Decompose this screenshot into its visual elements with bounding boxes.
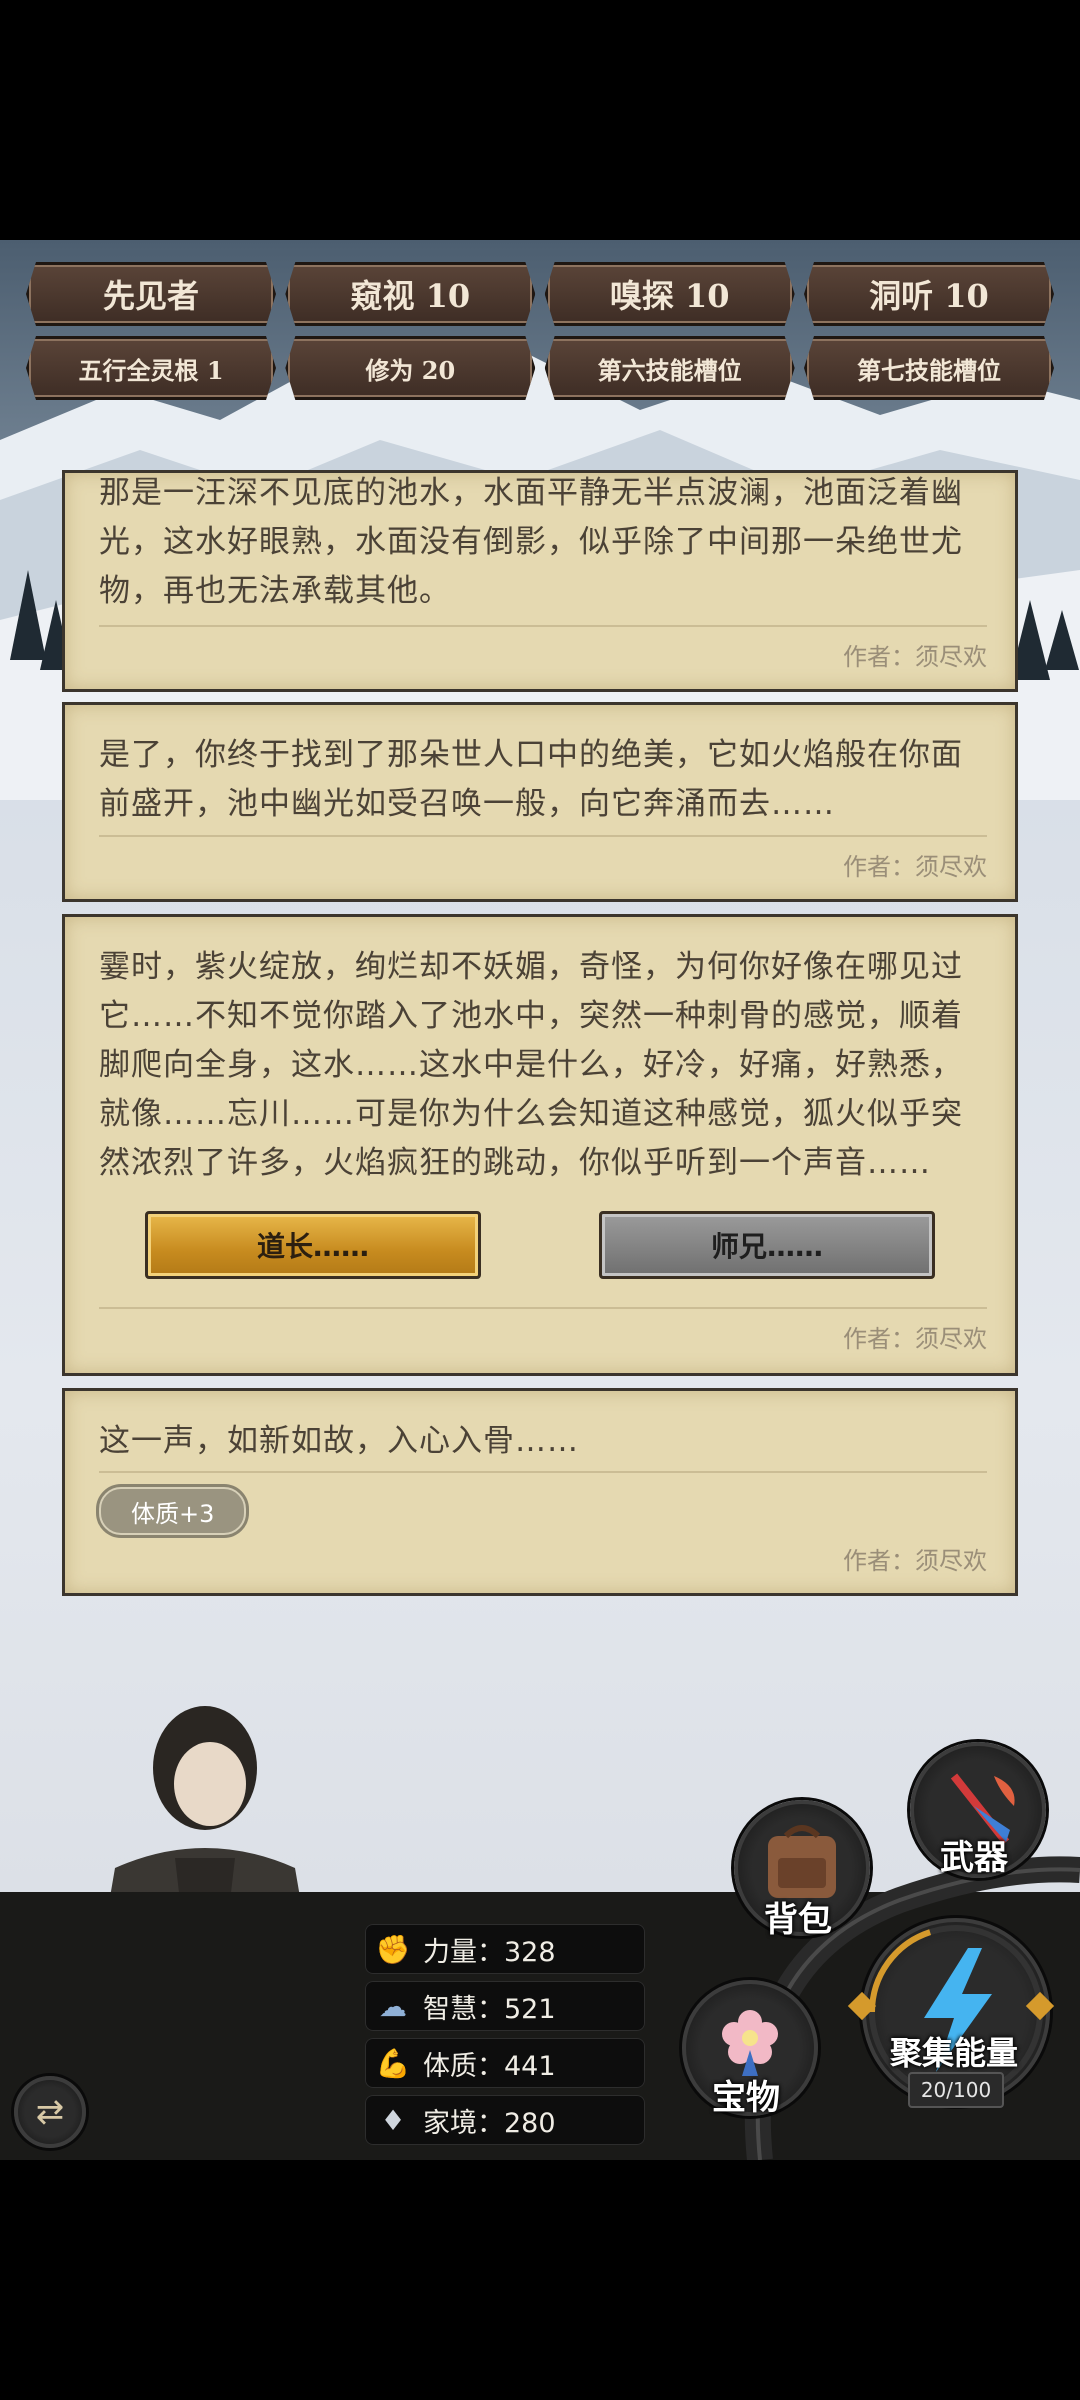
divider: [99, 1471, 987, 1473]
backpack-label: 背包: [764, 1900, 832, 1940]
story-text: 这一声，如新如故，入心入骨……: [99, 1423, 579, 1459]
weapon-label: 武器: [940, 1838, 1008, 1878]
author-label: 作者：须尽欢: [843, 643, 987, 671]
stat-constitution-text: 体质：441: [423, 2050, 556, 2082]
story-text: 那是一汪深不见底的池水，水面平静无半点波澜，池面泛着幽光，这水好眼熟，水面没有倒…: [99, 475, 963, 609]
skill-row-secondary: 五行全灵根 1 修为 20 第六技能槽位 第七技能槽位: [26, 336, 1054, 400]
arm-icon: 💪: [375, 2046, 411, 2080]
treasure-label: 宝物: [712, 2078, 780, 2118]
author-label: 作者：须尽欢: [843, 1325, 987, 1353]
skill-row-primary: 先见者 窥视 10 嗅探 10 洞听 10: [26, 262, 1054, 326]
skill-slot-six[interactable]: 第六技能槽位: [545, 336, 795, 400]
swap-button[interactable]: ⇄: [14, 2076, 86, 2148]
choice-taoist-button[interactable]: 道长……: [145, 1211, 481, 1279]
skill-listen[interactable]: 洞听 10: [804, 262, 1054, 326]
story-card: 那是一汪深不见底的池水，水面平静无半点波澜，池面泛着幽光，这水好眼熟，水面没有倒…: [62, 470, 1018, 692]
energy-counter: 20/100: [908, 2072, 1004, 2108]
skill-five-elements[interactable]: 五行全灵根 1: [26, 336, 276, 400]
stat-wisdom: ☁ 智慧：521: [365, 1981, 645, 2031]
choice-senior-brother-button[interactable]: 师兄……: [599, 1211, 935, 1279]
skill-sniff[interactable]: 嗅探 10: [545, 262, 795, 326]
story-card: 是了，你终于找到了那朵世人口中的绝美，它如火焰般在你面前盛开，池中幽光如受召唤一…: [62, 702, 1018, 902]
story-card: 这一声，如新如故，入心入骨…… 体质+3 作者：须尽欢: [62, 1388, 1018, 1596]
divider: [99, 1307, 987, 1309]
stat-strength: ✊ 力量：328: [365, 1924, 645, 1974]
gather-energy-label: 聚集能量: [890, 2034, 1019, 2072]
skill-slot-seven[interactable]: 第七技能槽位: [804, 336, 1054, 400]
author-label: 作者：须尽欢: [843, 853, 987, 881]
stat-family: ♦ 家境：280: [365, 2095, 645, 2145]
divider: [99, 835, 987, 837]
brain-icon: ☁: [379, 1989, 407, 2023]
fist-icon: ✊: [375, 1932, 411, 1966]
author-label: 作者：须尽欢: [843, 1547, 987, 1575]
diamond-icon: ♦: [380, 2103, 406, 2137]
stat-family-text: 家境：280: [423, 2107, 556, 2139]
stat-wisdom-text: 智慧：521: [423, 1993, 556, 2025]
constitution-buff-badge: 体质+3: [99, 1487, 247, 1535]
skill-prophet[interactable]: 先见者: [26, 262, 276, 326]
skill-cultivation[interactable]: 修为 20: [285, 336, 535, 400]
stat-constitution: 💪 体质：441: [365, 2038, 645, 2088]
skill-peek[interactable]: 窥视 10: [285, 262, 535, 326]
stat-strength-text: 力量：328: [423, 1936, 556, 1968]
story-text: 是了，你终于找到了那朵世人口中的绝美，它如火焰般在你面前盛开，池中幽光如受召唤一…: [99, 737, 963, 822]
divider: [99, 625, 987, 627]
swap-arrows-icon: ⇄: [35, 2092, 65, 2132]
story-text: 霎时，紫火绽放，绚烂却不妖媚，奇怪，为何你好像在哪见过它……不知不觉你踏入了池水…: [99, 949, 963, 1181]
story-card-choice: 霎时，紫火绽放，绚烂却不妖媚，奇怪，为何你好像在哪见过它……不知不觉你踏入了池水…: [62, 914, 1018, 1376]
